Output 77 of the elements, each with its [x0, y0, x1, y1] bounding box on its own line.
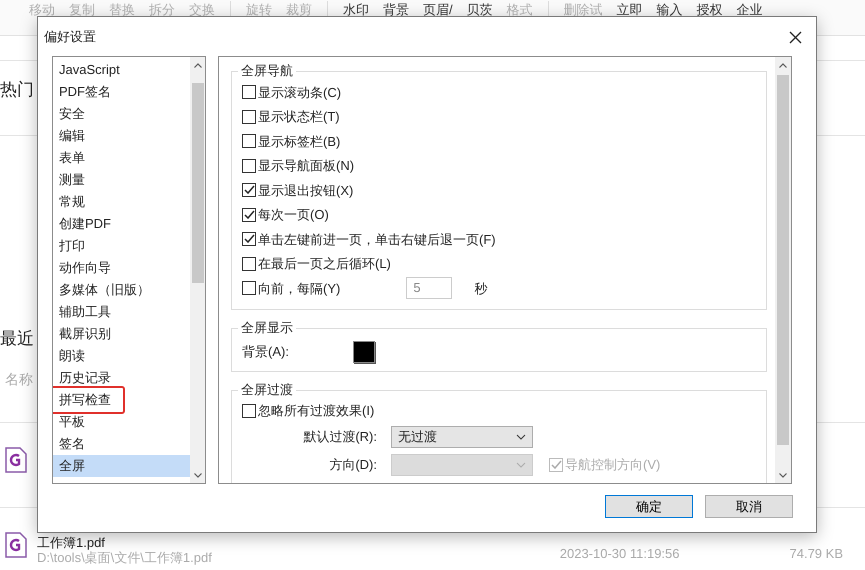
option-label[interactable]: 显示状态栏(T): [258, 107, 340, 126]
field-label: 背景(A):: [242, 342, 289, 361]
category-item[interactable]: 朗读: [53, 345, 190, 367]
file-name[interactable]: 工作簿1.pdf: [37, 535, 212, 550]
scrollbar[interactable]: [775, 57, 791, 483]
option-label[interactable]: 忽略所有过渡效果(I): [258, 401, 374, 420]
category-item[interactable]: 常规: [53, 191, 190, 213]
option-label[interactable]: 向前，每隔(Y): [258, 278, 340, 298]
category-item[interactable]: 截屏识别: [53, 323, 190, 345]
scroll-down-icon[interactable]: [779, 472, 787, 478]
dialog-button[interactable]: 确定: [605, 495, 693, 518]
toolbar-button[interactable]: 水印: [336, 0, 376, 17]
group-title: 全屏过渡: [238, 380, 296, 398]
toolbar-button[interactable]: 授权: [690, 0, 730, 17]
checkbox[interactable]: [242, 183, 256, 198]
category-item[interactable]: 拼写检查: [53, 389, 190, 411]
color-swatch[interactable]: [352, 340, 375, 362]
transition-dropdown[interactable]: 无过渡: [391, 426, 533, 448]
checkbox[interactable]: [242, 281, 256, 296]
scroll-up-icon[interactable]: [779, 62, 787, 68]
toolbar-button[interactable]: 立即: [610, 0, 650, 17]
checkbox[interactable]: [242, 158, 256, 173]
section-title: 热门: [0, 80, 34, 99]
category-item[interactable]: JavaScript: [53, 59, 190, 81]
option-label[interactable]: 显示标签栏(B): [258, 132, 340, 151]
option-label[interactable]: 显示退出按钮(X): [258, 180, 354, 200]
option-label[interactable]: 在最后一页之后循环(L): [258, 254, 391, 274]
checkbox[interactable]: [242, 208, 256, 222]
category-item[interactable]: 平板: [53, 411, 190, 433]
checkbox[interactable]: [242, 404, 256, 418]
scrollbar[interactable]: [190, 57, 205, 483]
option-label[interactable]: 显示导航面板(N): [258, 156, 354, 176]
scrollbar-thumb[interactable]: [192, 83, 204, 283]
category-item[interactable]: 签名: [53, 433, 190, 455]
option-label[interactable]: 每次一页(O): [258, 205, 329, 224]
field-label: 方向(D):: [328, 456, 377, 474]
category-item[interactable]: PDF签名: [53, 81, 190, 103]
category-item[interactable]: 表单: [53, 147, 190, 169]
checkbox[interactable]: [242, 110, 256, 124]
dialog-title: 偏好设置: [44, 28, 96, 46]
file-path: D:\tools\桌面\文件\工作簿1.pdf: [37, 550, 212, 565]
scroll-up-icon[interactable]: [194, 62, 202, 68]
dialog-button[interactable]: 取消: [705, 495, 793, 518]
checkbox[interactable]: [242, 232, 256, 246]
checkbox[interactable]: [242, 85, 256, 100]
category-item[interactable]: 辅助工具: [53, 301, 190, 323]
checkbox[interactable]: [242, 256, 256, 271]
toolbar-button[interactable]: 企业: [730, 0, 770, 17]
option-label[interactable]: 显示滚动条(C): [258, 82, 342, 102]
scroll-down-icon[interactable]: [194, 472, 202, 478]
toolbar-button[interactable]: 贝茨: [460, 0, 500, 17]
unit-label: 秒: [474, 280, 488, 298]
category-item[interactable]: 全屏: [53, 455, 190, 477]
section-title: 最近: [0, 328, 34, 348]
close-icon[interactable]: [788, 30, 802, 44]
category-item[interactable]: 动作向导: [53, 257, 190, 279]
toolbar-button[interactable]: 输入: [650, 0, 690, 17]
category-item[interactable]: 编辑: [53, 125, 190, 147]
file-date: 2023-10-30 11:19:56: [560, 545, 680, 563]
category-item[interactable]: 测量: [53, 169, 190, 191]
option-label[interactable]: 单击左键前进一页，单击右键后退一页(F): [258, 230, 496, 249]
category-item[interactable]: 安全: [53, 103, 190, 125]
group-title: 全屏显示: [238, 318, 296, 336]
category-item[interactable]: 打印: [53, 235, 190, 257]
category-item[interactable]: 多媒体（旧版）: [53, 279, 190, 301]
category-item[interactable]: 创建PDF: [53, 213, 190, 235]
group-title: 全屏导航: [238, 62, 296, 80]
column-header: 名称: [5, 371, 33, 387]
checkbox[interactable]: [242, 134, 256, 148]
toolbar-button[interactable]: 背景: [376, 0, 416, 17]
file-size: 74.79 KB: [790, 545, 843, 563]
pdf-file-icon: [5, 447, 27, 473]
scrollbar-thumb[interactable]: [777, 75, 789, 445]
field-label: 默认过渡(R):: [302, 428, 377, 446]
pdf-file-icon: [5, 532, 27, 558]
toolbar-button[interactable]: 页眉/: [416, 0, 460, 17]
category-item[interactable]: 历史记录: [53, 367, 190, 389]
